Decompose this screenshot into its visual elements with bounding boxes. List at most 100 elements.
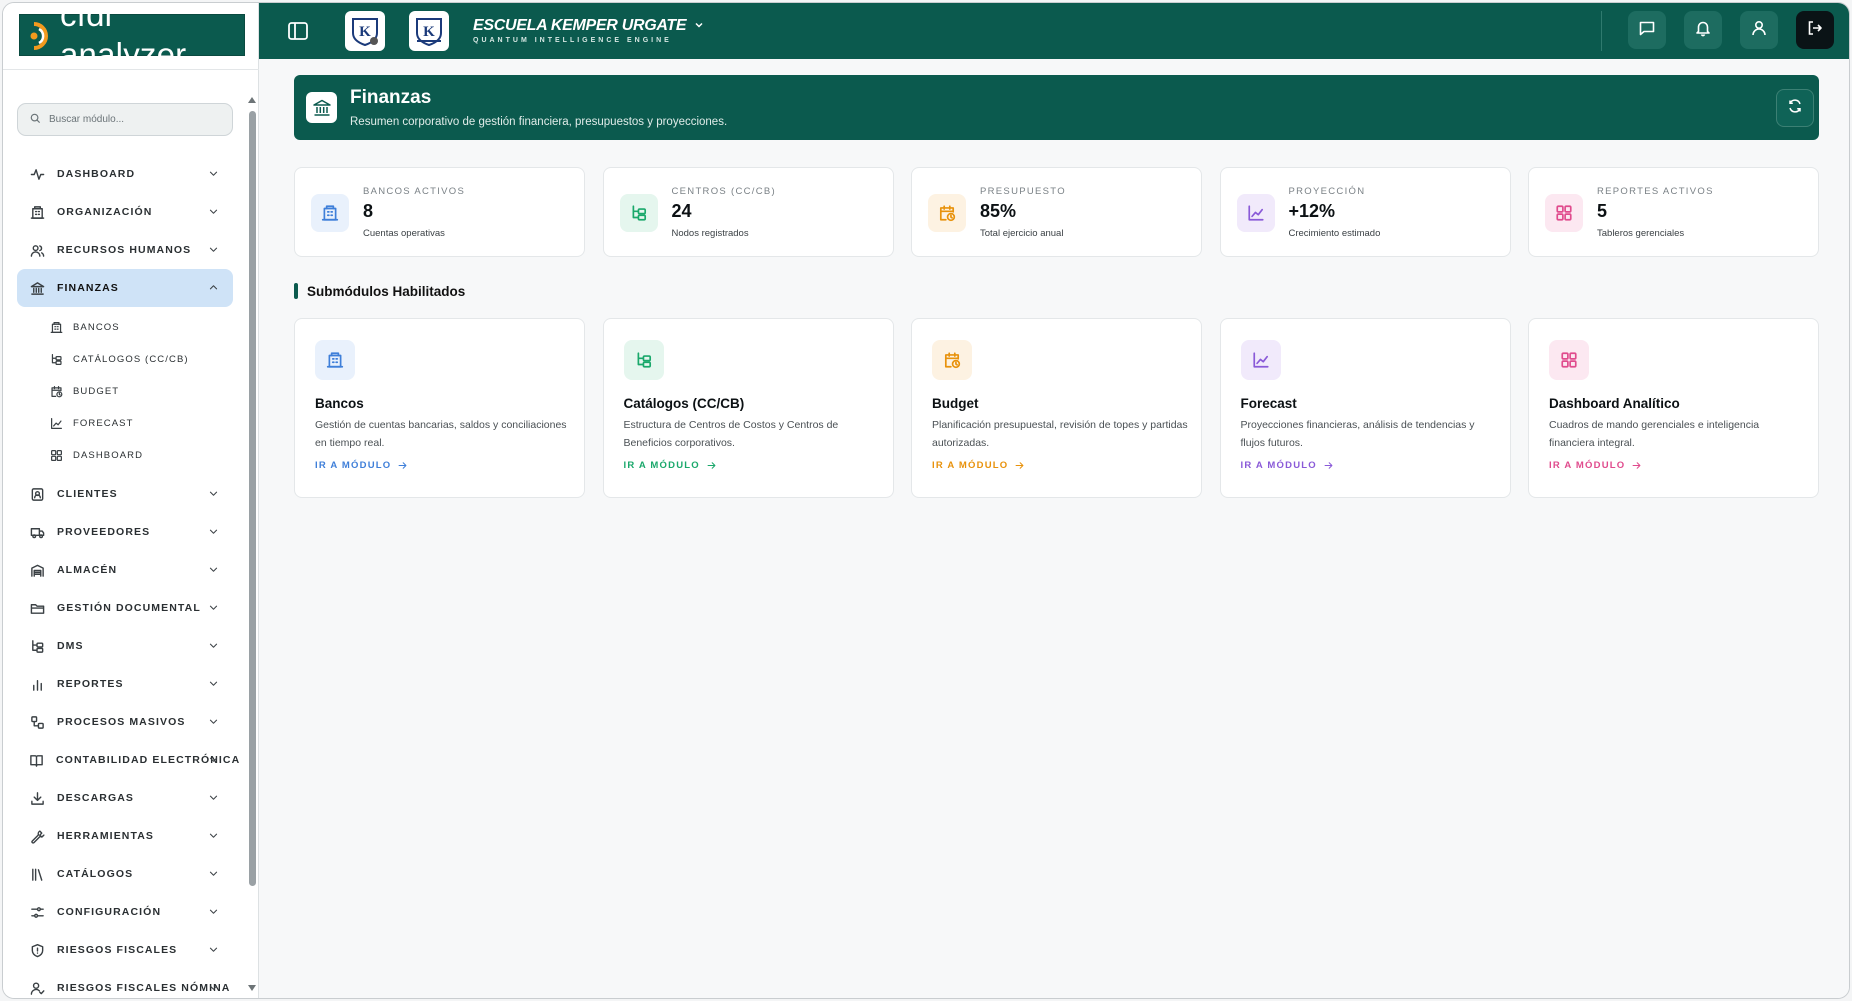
tree-icon: [623, 340, 664, 380]
chevron-down-icon[interactable]: [207, 677, 219, 689]
go-to-module-link[interactable]: Ir a módulo: [932, 460, 1025, 471]
sidebar-item-clientes[interactable]: Clientes: [17, 475, 233, 513]
warehouse-icon: [29, 562, 45, 578]
module-card-dashboard-analitico[interactable]: Dashboard Analítico Cuadros de mando gere…: [1528, 318, 1819, 498]
sidebar-item-catalogos[interactable]: Catálogos: [17, 855, 233, 893]
school-logo-icon[interactable]: K: [409, 11, 449, 51]
sidebar-subitem-dashboard[interactable]: Dashboard: [17, 439, 233, 471]
stat-note: Total ejercicio anual: [980, 228, 1064, 239]
sidebar-item-dms[interactable]: DMS: [17, 627, 233, 665]
stat-card-centros-cc-cb: Centros (CC/CB) 24 Nodos registrados: [602, 167, 894, 257]
sidebar-subitem-forecast[interactable]: Forecast: [17, 407, 233, 439]
sidebar-item-finanzas[interactable]: Finanzas: [17, 269, 233, 307]
refresh-button[interactable]: [1776, 89, 1814, 127]
sidebar-item-dashboard[interactable]: Dashboard: [17, 155, 233, 193]
sidebar-scrollbar[interactable]: [247, 93, 257, 993]
sidebar-item-contabilidad-electronica[interactable]: Contabilidad Electrónica: [17, 741, 239, 779]
sidebar-subitem-budget[interactable]: Budget: [17, 375, 233, 407]
school-name: ESCUELA KEMPER URGATE: [473, 17, 687, 34]
sidebar-toggle-icon[interactable]: [287, 20, 309, 42]
line-chart-icon: [1236, 194, 1275, 232]
sidebar-item-proveedores[interactable]: Proveedores: [17, 513, 233, 551]
search-input[interactable]: [49, 114, 219, 125]
module-card-forecast[interactable]: Forecast Proyecciones financieras, anális…: [1219, 318, 1511, 498]
sidebar-item-label: Organización: [57, 206, 153, 218]
chevron-down-icon[interactable]: [207, 715, 219, 727]
school-selector[interactable]: ESCUELA KEMPER URGATE: [473, 17, 704, 35]
sidebar-subitem-bancos[interactable]: Bancos: [17, 311, 233, 343]
logout-button[interactable]: [1796, 11, 1834, 49]
sidebar-item-reportes[interactable]: Reportes: [17, 665, 233, 703]
sidebar-item-almacen[interactable]: Almacén: [17, 551, 233, 589]
chevron-down-icon[interactable]: [207, 601, 219, 613]
refresh-icon: [1787, 98, 1803, 119]
sidebar-item-descargas[interactable]: Descargas: [17, 779, 233, 817]
chevron-down-icon[interactable]: [207, 487, 219, 499]
module-description: Gestión de cuentas bancarias, saldos y c…: [315, 419, 567, 449]
module-description: Proyecciones financieras, análisis de te…: [1240, 419, 1475, 449]
scroll-up-icon[interactable]: [248, 97, 256, 103]
building-icon: [311, 194, 349, 232]
grid-icon: [49, 448, 63, 462]
chevron-down-icon[interactable]: [207, 243, 219, 255]
module-card-catalogos-cc-cb[interactable]: Catálogos (CC/CB) Estructura de Centros d…: [602, 318, 894, 498]
chevron-down-icon[interactable]: [207, 867, 219, 879]
landmark-icon: [306, 92, 337, 123]
sidebar-subitem-label: Dashboard: [73, 449, 144, 461]
arrow-right-icon: [397, 460, 408, 471]
sidebar-item-gestion-documental[interactable]: Gestión Documental: [17, 589, 233, 627]
go-to-module-link[interactable]: Ir a módulo: [1549, 460, 1642, 471]
stat-card-proyeccion: Proyección +12% Crecimiento estimado: [1219, 167, 1511, 257]
messages-button[interactable]: [1628, 11, 1666, 49]
bar-chart-icon: [29, 676, 45, 692]
sidebar-item-riesgos-fiscales[interactable]: Riesgos Fiscales: [17, 931, 233, 969]
stat-card-bancos-activos: Bancos Activos 8 Cuentas operativas: [294, 167, 585, 257]
sidebar-item-label: Descargas: [57, 792, 134, 804]
calendar-clock-icon: [928, 194, 966, 232]
go-to-module-link[interactable]: Ir a módulo: [1241, 460, 1334, 471]
school-crest-icon[interactable]: K: [345, 11, 385, 51]
app-logo[interactable]: cfdi analyzer: [19, 3, 245, 73]
chevron-up-icon[interactable]: [207, 281, 219, 293]
chevron-down-icon[interactable]: [207, 167, 219, 179]
sidebar-item-riesgos-fiscales-nomina[interactable]: Riesgos Fiscales Nómina: [17, 969, 233, 998]
profile-button[interactable]: [1740, 11, 1778, 49]
download-icon: [29, 790, 45, 806]
sidebar-item-organizacion[interactable]: Organización: [17, 193, 233, 231]
stat-label: Presupuesto: [980, 186, 1066, 197]
module-card-bancos[interactable]: Bancos Gestión de cuentas bancarias, sald…: [294, 318, 585, 498]
scroll-down-icon[interactable]: [248, 985, 256, 991]
chevron-down-icon[interactable]: [207, 791, 219, 803]
stat-note: Tableros gerenciales: [1597, 228, 1685, 239]
chevron-down-icon[interactable]: [207, 205, 219, 217]
chevron-down-icon[interactable]: [207, 639, 219, 651]
sidebar-item-label: Herramientas: [57, 830, 155, 842]
go-to-module-link[interactable]: Ir a módulo: [315, 460, 408, 471]
chevron-down-icon[interactable]: [207, 525, 219, 537]
notifications-button[interactable]: [1684, 11, 1722, 49]
chevron-down-icon[interactable]: [207, 943, 219, 955]
sidebar-subitem-catalogos-cc-cb[interactable]: Catálogos (CC/CB): [17, 343, 233, 375]
chevron-down-icon[interactable]: [207, 905, 219, 917]
user-check-icon: [29, 980, 45, 996]
chevron-down-icon[interactable]: [207, 753, 219, 765]
module-title: Dashboard Analítico: [1549, 396, 1680, 411]
sidebar-item-herramientas[interactable]: Herramientas: [17, 817, 233, 855]
chevron-down-icon[interactable]: [207, 981, 219, 993]
chevron-down-icon[interactable]: [207, 563, 219, 575]
module-search[interactable]: [17, 103, 233, 136]
scrollbar-thumb[interactable]: [249, 111, 256, 886]
stat-value: 85%: [980, 201, 1017, 221]
sidebar-item-procesos-masivos[interactable]: Procesos Masivos: [17, 703, 233, 741]
message-square-icon: [1638, 19, 1656, 42]
sidebar-item-label: Riesgos Fiscales: [57, 944, 178, 956]
logo-mark-icon: [28, 20, 54, 50]
sidebar-item-configuracion[interactable]: Configuración: [17, 893, 233, 931]
stat-value: 5: [1597, 201, 1608, 221]
chevron-down-icon[interactable]: [207, 829, 219, 841]
go-to-module-link[interactable]: Ir a módulo: [624, 460, 717, 471]
stat-label: Centros (CC/CB): [671, 186, 776, 197]
sidebar-item-recursos-humanos[interactable]: Recursos Humanos: [17, 231, 233, 269]
module-card-budget[interactable]: Budget Planificación presupuestal, revisi…: [911, 318, 1202, 498]
users-icon: [29, 242, 45, 258]
